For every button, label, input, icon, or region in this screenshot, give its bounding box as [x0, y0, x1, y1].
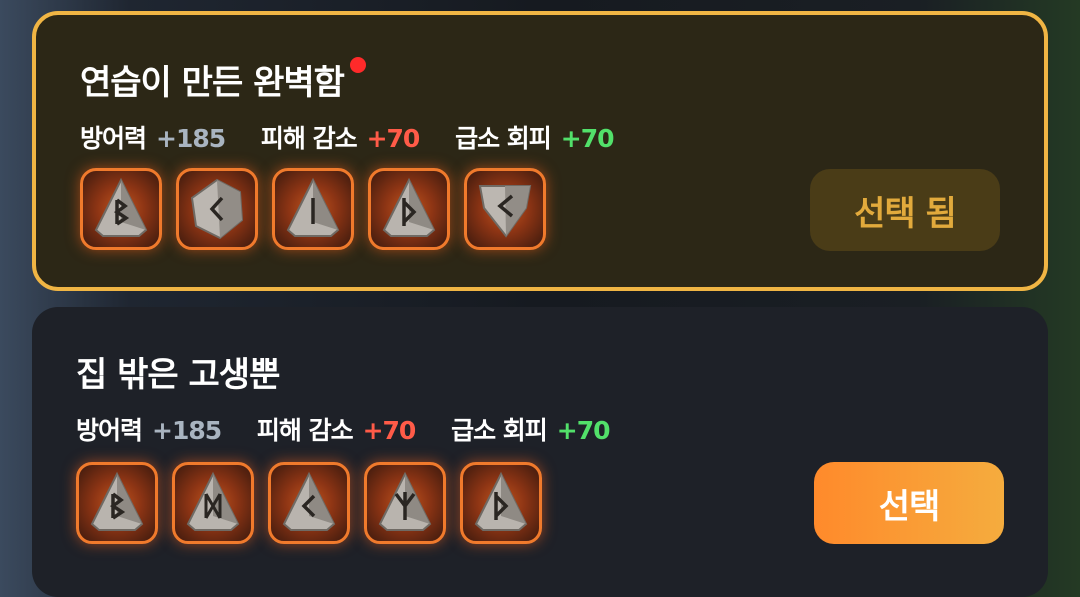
stats-row: 방어력 +185 피해 감소 +70 급소 회피 +70 — [80, 119, 642, 155]
selected-button[interactable]: 선택 됨 — [810, 169, 1000, 251]
rune-isa-icon[interactable] — [272, 168, 354, 250]
rune-dagaz-icon[interactable] — [172, 462, 254, 544]
stat-defense: 방어력 +185 — [76, 416, 222, 445]
rune-thurisaz-icon[interactable] — [368, 168, 450, 250]
rune-kaunan-hex-icon[interactable] — [176, 168, 258, 250]
notification-dot — [349, 57, 366, 73]
rune-set-card[interactable]: 집 밖은 고생뿐 방어력 +185 피해 감소 +70 급소 회피 +70 선택 — [32, 307, 1048, 597]
stat-defense: 방어력 +185 — [80, 124, 226, 153]
rune-algiz-icon[interactable] — [364, 462, 446, 544]
rune-berkano-icon[interactable] — [76, 462, 158, 544]
rune-kaunan-shield-icon[interactable] — [464, 168, 546, 250]
stat-critical-evasion: 급소 회피 +70 — [451, 416, 610, 445]
rune-slots — [80, 168, 546, 250]
rune-kaunan-icon[interactable] — [268, 462, 350, 544]
stats-row: 방어력 +185 피해 감소 +70 급소 회피 +70 — [76, 411, 638, 447]
stat-critical-evasion: 급소 회피 +70 — [455, 124, 614, 153]
card-title: 연습이 만든 완벽함 — [80, 55, 366, 104]
stat-damage-reduction: 피해 감소 +70 — [260, 124, 420, 153]
rune-thurisaz-icon[interactable] — [460, 462, 542, 544]
rune-berkano-icon[interactable] — [80, 168, 162, 250]
select-button[interactable]: 선택 — [814, 462, 1004, 544]
rune-slots — [76, 462, 542, 544]
card-title: 집 밖은 고생뿐 — [76, 355, 280, 395]
rune-set-card-selected[interactable]: 연습이 만든 완벽함 방어력 +185 피해 감소 +70 급소 회피 +70 선택 … — [32, 11, 1048, 291]
stat-damage-reduction: 피해 감소 +70 — [256, 416, 416, 445]
